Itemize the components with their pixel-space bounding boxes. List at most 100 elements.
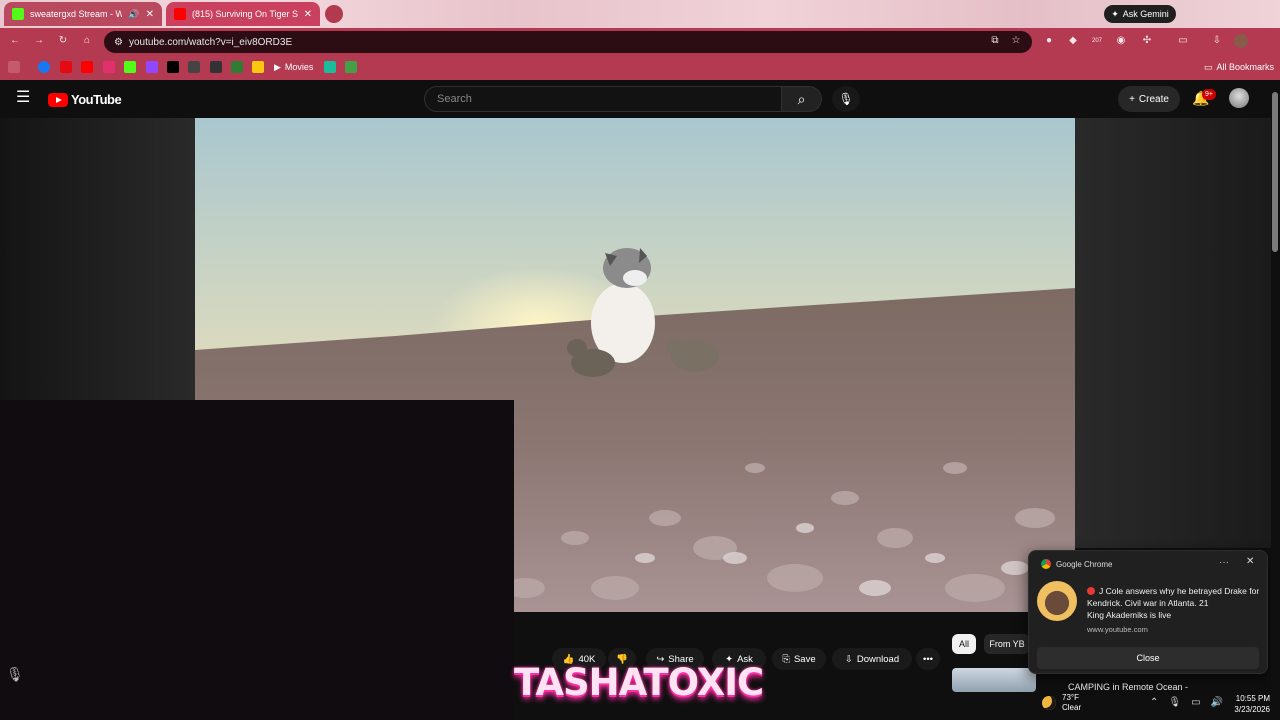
search-button[interactable]: ⌕ bbox=[782, 86, 822, 112]
streamer-name-overlay: TASHATOXIC bbox=[514, 661, 764, 704]
video-ambient-right bbox=[1075, 118, 1280, 548]
account-avatar[interactable] bbox=[1229, 88, 1249, 108]
speaker-icon[interactable]: 🔊 bbox=[128, 9, 139, 20]
bookmark-label: Movies bbox=[284, 62, 314, 72]
side-panel-icon[interactable]: ▭ bbox=[1176, 34, 1190, 48]
bookmark-icon[interactable] bbox=[231, 61, 243, 73]
microphone-tray-icon[interactable]: 🎙 bbox=[1168, 697, 1181, 708]
notification-close-button[interactable]: Close bbox=[1037, 647, 1259, 669]
youtube-wordmark: YouTube bbox=[71, 92, 122, 107]
notification-app: Google Chrome bbox=[1041, 559, 1112, 569]
system-tray: ⌃ 🎙 ▭ 🔊 bbox=[1150, 697, 1223, 708]
facebook-icon[interactable] bbox=[38, 61, 50, 73]
instagram-icon[interactable] bbox=[103, 61, 115, 73]
play-icon: ▶ bbox=[274, 61, 281, 72]
clock-time: 10:55 PM bbox=[1235, 694, 1270, 703]
youtube-icon bbox=[174, 8, 186, 20]
more-actions-button[interactable]: ••• bbox=[916, 648, 940, 670]
search-icon: ⌕ bbox=[797, 91, 806, 107]
apps-icon[interactable] bbox=[8, 61, 20, 73]
back-icon[interactable]: ← bbox=[8, 34, 22, 48]
download-icon: ⇩ bbox=[844, 653, 853, 665]
notification-message: J Cole answers why he betrayed Drake for… bbox=[1087, 586, 1260, 608]
x-icon[interactable] bbox=[167, 61, 179, 73]
extension-icon[interactable]: ◆ bbox=[1066, 34, 1080, 48]
new-tab-button[interactable] bbox=[325, 5, 343, 23]
notification-body: J Cole answers why he betrayed Drake for… bbox=[1087, 585, 1263, 621]
search-input[interactable]: Search bbox=[424, 86, 782, 112]
taskbar-weather[interactable]: 73°F Clear bbox=[1042, 693, 1081, 713]
moon-icon bbox=[1042, 696, 1056, 710]
microphone-icon: 🎙 bbox=[838, 92, 854, 106]
suggested-video-title[interactable]: CAMPING in Remote Ocean - bbox=[1068, 682, 1188, 692]
all-bookmarks[interactable]: ▭ All Bookmarks bbox=[1204, 59, 1274, 75]
notifications-badge: 9+ bbox=[1202, 89, 1216, 100]
youtube-play-icon bbox=[48, 92, 68, 107]
create-button[interactable]: + Create bbox=[1118, 86, 1180, 112]
notification-source: www.youtube.com bbox=[1087, 625, 1148, 634]
bookmark-icon[interactable] bbox=[345, 61, 357, 73]
tab-title: sweatergxd Stream - Watch bbox=[30, 9, 123, 19]
bookmark-icon[interactable] bbox=[324, 61, 336, 73]
chip-all[interactable]: All bbox=[952, 634, 976, 654]
weather-temp: 73°F bbox=[1062, 693, 1079, 702]
profile-avatar[interactable] bbox=[1234, 34, 1248, 48]
mic-muted-icon: 🎙 bbox=[6, 666, 24, 682]
bookmark-star-icon[interactable]: ☆ bbox=[1009, 34, 1023, 48]
more-options-icon[interactable]: ··· bbox=[1219, 557, 1229, 568]
forward-icon[interactable]: → bbox=[32, 34, 46, 48]
extensions-puzzle-icon[interactable]: ✣ bbox=[1140, 34, 1154, 48]
chip-from-yb[interactable]: From YB bbox=[984, 634, 1030, 654]
notification-avatar bbox=[1037, 581, 1077, 621]
webcam-overlay bbox=[0, 400, 514, 720]
bookmark-icon[interactable] bbox=[210, 61, 222, 73]
address-bar[interactable]: ⚙ youtube.com/watch?v=i_eiv8ORD3E bbox=[104, 31, 1032, 53]
download-label: Download bbox=[856, 653, 900, 665]
chrome-notification[interactable]: Google Chrome ··· ✕ J Cole answers why h… bbox=[1028, 550, 1268, 674]
extension-icon[interactable]: ● bbox=[1042, 34, 1056, 48]
site-info-icon[interactable]: ⚙ bbox=[114, 37, 123, 48]
kick-bookmark-icon[interactable] bbox=[124, 61, 136, 73]
download-button[interactable]: ⇩ Download bbox=[832, 648, 912, 670]
notification-app-name: Google Chrome bbox=[1056, 559, 1113, 569]
extension-icon[interactable]: ◉ bbox=[1114, 34, 1128, 48]
kick-icon bbox=[12, 8, 24, 20]
browser-tab-kick[interactable]: sweatergxd Stream - Watch 🔊 ✕ bbox=[4, 2, 162, 26]
gemini-label: Ask Gemini bbox=[1122, 9, 1169, 19]
clock-date: 3/23/2026 bbox=[1234, 705, 1270, 714]
folder-icon: ▭ bbox=[1204, 61, 1213, 72]
home-icon[interactable]: ⌂ bbox=[80, 34, 94, 48]
close-tab-icon[interactable]: ✕ bbox=[304, 9, 312, 20]
youtube-logo[interactable]: YouTube bbox=[48, 92, 122, 107]
ask-gemini-button[interactable]: ✦ Ask Gemini bbox=[1104, 5, 1176, 23]
weather-condition: Clear bbox=[1062, 703, 1082, 712]
netflix-icon[interactable] bbox=[60, 61, 72, 73]
scrollbar-thumb[interactable] bbox=[1272, 92, 1278, 252]
bookmark-icon[interactable] bbox=[252, 61, 264, 73]
notification-subline: King Akademiks is live bbox=[1087, 610, 1172, 620]
create-label: Create bbox=[1138, 93, 1169, 105]
extension-badge[interactable]: 207 bbox=[1090, 34, 1104, 48]
youtube-bookmark-icon[interactable] bbox=[81, 61, 93, 73]
taskbar-clock[interactable]: 10:55 PM 3/23/2026 bbox=[1220, 693, 1270, 715]
suggested-video-thumbnail[interactable] bbox=[952, 668, 1036, 692]
reload-icon[interactable]: ↻ bbox=[56, 34, 70, 48]
twitch-icon[interactable] bbox=[146, 61, 158, 73]
display-icon[interactable]: ▭ bbox=[1191, 697, 1200, 708]
chrome-icon bbox=[1041, 559, 1051, 569]
chevron-up-icon[interactable]: ⌃ bbox=[1150, 697, 1158, 708]
close-icon[interactable]: ✕ bbox=[1246, 556, 1254, 567]
close-tab-icon[interactable]: ✕ bbox=[146, 9, 154, 20]
tab-title: (815) Surviving On Tiger Shark bbox=[192, 9, 298, 19]
hamburger-menu-icon[interactable]: ☰ bbox=[16, 90, 32, 106]
video-ambient-left bbox=[0, 118, 195, 400]
browser-tab-youtube[interactable]: (815) Surviving On Tiger Shark ✕ bbox=[166, 2, 320, 26]
download-icon[interactable]: ⇩ bbox=[1210, 34, 1224, 48]
voice-search-button[interactable]: 🎙 bbox=[832, 86, 860, 112]
install-app-icon[interactable]: ⧉ bbox=[988, 34, 1002, 48]
bookmark-movies[interactable]: ▶ Movies bbox=[274, 59, 313, 75]
live-dot-icon bbox=[1087, 587, 1095, 595]
bookmark-icon[interactable] bbox=[188, 61, 200, 73]
url-text: youtube.com/watch?v=i_eiv8ORD3E bbox=[128, 36, 293, 48]
gemini-icon: ✦ bbox=[1111, 8, 1119, 19]
